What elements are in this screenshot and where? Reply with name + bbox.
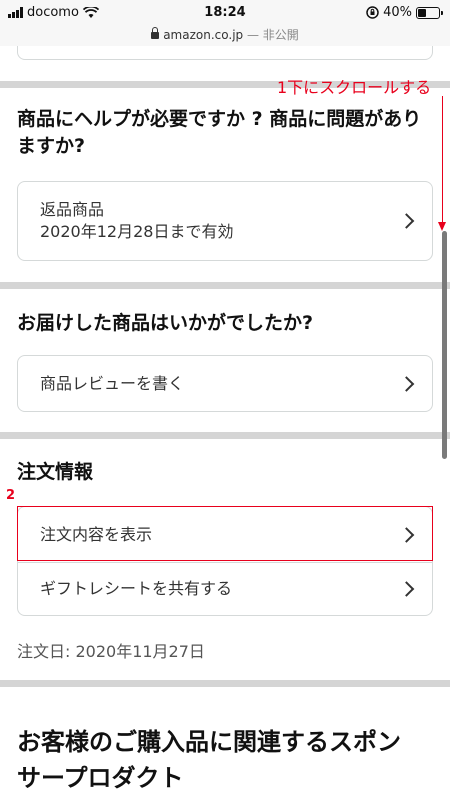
annotation-scroll-instruction: 1下にスクロールする bbox=[277, 78, 432, 97]
write-review-link[interactable]: 商品レビューを書く bbox=[18, 356, 432, 411]
return-item-deadline: 2020年12月28日まで有効 bbox=[40, 222, 234, 241]
sponsored-title: お客様のご購入品に関連するスポンサープロダクト bbox=[17, 728, 401, 792]
share-gift-receipt-label: ギフトレシートを共有する bbox=[40, 579, 233, 598]
orientation-lock-icon bbox=[366, 6, 379, 19]
scrollbar[interactable] bbox=[442, 231, 447, 459]
url-domain: amazon.co.jp bbox=[163, 28, 244, 42]
section-separator bbox=[0, 680, 450, 687]
battery-icon bbox=[416, 6, 443, 19]
help-section-title: 商品にヘルプが必要ですか ? 商品に問題がありますか? bbox=[17, 108, 422, 157]
section-separator bbox=[0, 282, 450, 289]
section-separator bbox=[0, 432, 450, 439]
chevron-right-icon bbox=[398, 581, 415, 597]
lock-icon bbox=[151, 27, 160, 39]
write-review-card[interactable]: 商品レビューを書く bbox=[17, 355, 433, 412]
annotation-highlight-box bbox=[17, 506, 433, 561]
url-private-label: — 非公開 bbox=[246, 28, 299, 42]
previous-card-edge bbox=[17, 46, 433, 60]
review-section-title: お届けした商品はいかがでしたか? bbox=[17, 312, 314, 334]
page-content[interactable]: 商品にヘルプが必要ですか ? 商品に問題がありますか? 返品商品 2020年12… bbox=[0, 46, 450, 800]
annotation-arrow-line bbox=[442, 96, 443, 222]
battery-percent: 40% bbox=[383, 5, 412, 20]
annotation-step-number: 2 bbox=[6, 488, 16, 503]
return-item-label: 返品商品 bbox=[40, 200, 105, 219]
order-info-title: 注文情報 bbox=[17, 461, 94, 483]
status-right: 40% bbox=[366, 5, 443, 20]
return-item-row[interactable]: 返品商品 2020年12月28日まで有効 bbox=[18, 182, 432, 243]
share-gift-receipt-link[interactable]: ギフトレシートを共有する bbox=[18, 562, 432, 616]
annotation-arrow-down-icon bbox=[438, 222, 446, 231]
status-bar: docomo 18:24 40% bbox=[0, 0, 450, 26]
address-bar[interactable]: amazon.co.jp — 非公開 bbox=[0, 26, 450, 46]
order-date: 注文日: 2020年11月27日 bbox=[17, 642, 205, 661]
return-item-card[interactable]: 返品商品 2020年12月28日まで有効 bbox=[17, 181, 433, 261]
